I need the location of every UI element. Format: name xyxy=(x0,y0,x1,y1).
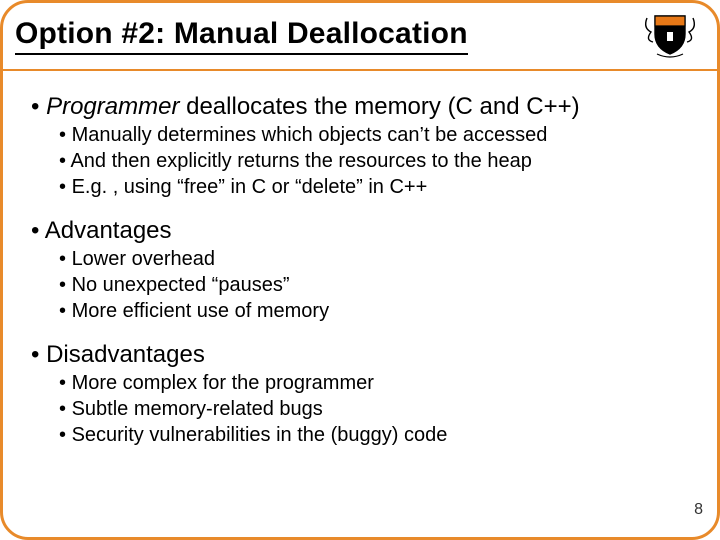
slide-title: Option #2: Manual Deallocation xyxy=(15,17,468,55)
bullet-dot-icon: • xyxy=(59,274,72,296)
bullet-text: Lower overhead xyxy=(72,248,215,270)
bullet-text: Subtle memory-related bugs xyxy=(72,398,323,420)
princeton-shield-icon xyxy=(641,10,699,63)
bullet-dot-icon: • xyxy=(59,176,72,198)
bullet-level2: • And then explicitly returns the resour… xyxy=(59,150,697,173)
slide-content: • Programmer deallocates the memory (C a… xyxy=(31,85,697,525)
bullet-text: More complex for the programmer xyxy=(72,372,374,394)
bullet-text: Manually determines which objects can’t … xyxy=(72,124,548,146)
bullet-level2: • No unexpected “pauses” xyxy=(59,274,697,297)
sub-bullets: • Lower overhead • No unexpected “pauses… xyxy=(59,248,697,323)
bullet-dot-icon: • xyxy=(59,124,72,146)
bullet-text: E.g. , using “free” in C or “delete” in … xyxy=(72,176,428,198)
bullet-text: And then explicitly returns the resource… xyxy=(70,150,531,172)
bullet-level2: • Security vulnerabilities in the (buggy… xyxy=(59,424,697,447)
bullet-dot-icon: • xyxy=(59,300,72,322)
bullet-text: No unexpected “pauses” xyxy=(72,274,290,296)
bullet-level1: • Advantages xyxy=(31,217,697,245)
bullet-text: Programmer deallocates the memory (C and… xyxy=(46,93,580,120)
bullet-level2: • Lower overhead xyxy=(59,248,697,271)
bullet-text: Disadvantages xyxy=(46,341,205,368)
bullet-dot-icon: • xyxy=(59,150,70,172)
bullet-level2: • Subtle memory-related bugs xyxy=(59,398,697,421)
bullet-dot-icon: • xyxy=(59,424,72,446)
bullet-text: Security vulnerabilities in the (buggy) … xyxy=(72,424,448,446)
bullet-dot-icon: • xyxy=(31,93,46,120)
sub-bullets: • Manually determines which objects can’… xyxy=(59,124,697,199)
bullet-dot-icon: • xyxy=(59,248,72,270)
page-number: 8 xyxy=(694,501,703,519)
bullet-text: More efficient use of memory xyxy=(72,300,330,322)
bullet-level1: • Programmer deallocates the memory (C a… xyxy=(31,93,697,121)
bullet-level2: • More efficient use of memory xyxy=(59,300,697,323)
slide-frame: Option #2: Manual Deallocation • Program… xyxy=(0,0,720,540)
bullet-level2: • Manually determines which objects can’… xyxy=(59,124,697,147)
bullet-level1: • Disadvantages xyxy=(31,341,697,369)
bullet-level2: • More complex for the programmer xyxy=(59,372,697,395)
bullet-dot-icon: • xyxy=(31,341,46,368)
title-bar: Option #2: Manual Deallocation xyxy=(15,9,705,63)
bullet-dot-icon: • xyxy=(31,217,45,244)
bullet-dot-icon: • xyxy=(59,372,72,394)
bullet-level2: • E.g. , using “free” in C or “delete” i… xyxy=(59,176,697,199)
sub-bullets: • More complex for the programmer • Subt… xyxy=(59,372,697,447)
title-separator xyxy=(3,69,717,71)
bullet-text: Advantages xyxy=(45,217,172,244)
bullet-dot-icon: • xyxy=(59,398,72,420)
